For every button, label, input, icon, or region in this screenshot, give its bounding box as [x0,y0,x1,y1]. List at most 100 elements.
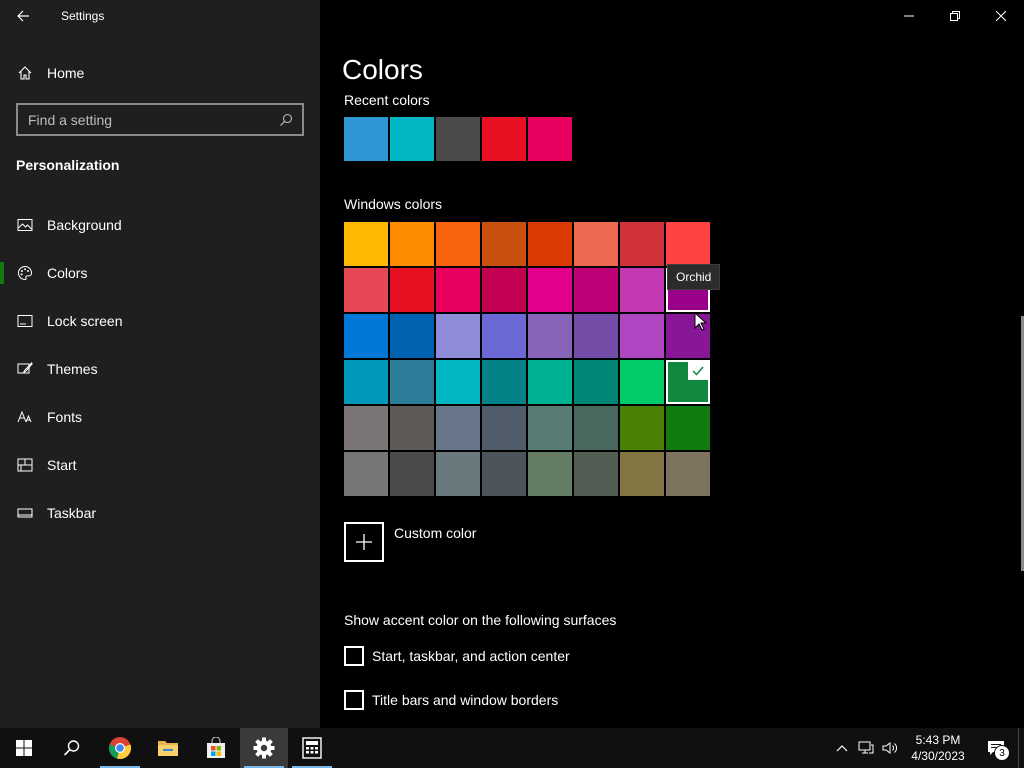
color-swatch[interactable] [344,268,388,312]
color-swatch[interactable] [436,360,480,404]
home-nav-item[interactable]: Home [0,56,320,90]
color-swatch[interactable] [528,452,572,496]
color-swatch[interactable] [620,360,664,404]
network-icon [858,741,874,754]
color-swatch[interactable] [436,222,480,266]
close-icon [996,11,1006,21]
color-swatch[interactable] [390,314,434,358]
color-swatch[interactable] [620,452,664,496]
color-swatch[interactable] [620,314,664,358]
color-swatch[interactable] [482,222,526,266]
image-icon [17,217,33,233]
checkbox[interactable] [344,690,364,710]
color-swatch[interactable] [620,406,664,450]
color-swatch[interactable] [666,406,710,450]
color-swatch[interactable] [574,406,618,450]
taskbar-store[interactable] [192,728,240,768]
start-button[interactable] [0,728,48,768]
color-swatch[interactable] [528,360,572,404]
color-swatch[interactable] [574,314,618,358]
color-swatch[interactable] [482,360,526,404]
sidebar-item-fonts[interactable]: Fonts [0,393,320,441]
custom-color-button[interactable] [344,522,384,562]
color-swatch[interactable] [344,222,388,266]
color-swatch[interactable] [574,452,618,496]
taskbar-calculator[interactable] [288,728,336,768]
color-swatch[interactable] [482,452,526,496]
action-center-button[interactable]: 3 [974,728,1018,768]
plus-icon [356,534,372,550]
color-swatch[interactable] [666,452,710,496]
sidebar-item-taskbar[interactable]: Taskbar [0,489,320,537]
color-swatch[interactable] [482,314,526,358]
custom-color-label[interactable]: Custom color [394,525,476,541]
checkbox-title-bars[interactable]: Title bars and window borders [344,690,558,710]
clock[interactable]: 5:43 PM 4/30/2023 [902,732,974,764]
color-swatch[interactable] [528,222,572,266]
minimize-button[interactable] [886,0,932,32]
network-button[interactable] [854,728,878,768]
color-swatch[interactable] [528,268,572,312]
color-swatch[interactable] [436,452,480,496]
color-swatch-selected[interactable] [666,360,710,404]
color-swatch[interactable] [528,314,572,358]
color-swatch[interactable] [574,360,618,404]
color-swatch[interactable] [344,360,388,404]
checkbox[interactable] [344,646,364,666]
color-swatch[interactable] [482,268,526,312]
close-button[interactable] [978,0,1024,32]
sidebar-item-lock-screen[interactable]: Lock screen [0,297,320,345]
color-swatch[interactable] [390,222,434,266]
show-hidden-icons-button[interactable] [830,728,854,768]
sidebar-item-start[interactable]: Start [0,441,320,489]
home-icon [17,65,33,81]
minimize-icon [904,15,914,17]
restore-button[interactable] [932,0,978,32]
color-swatch[interactable] [528,406,572,450]
color-swatch[interactable] [390,452,434,496]
color-swatch[interactable] [620,268,664,312]
recent-color-swatch[interactable] [528,117,572,161]
color-swatch[interactable] [344,406,388,450]
color-swatch[interactable] [620,222,664,266]
speaker-icon [882,742,897,754]
taskbar-search-button[interactable] [48,728,96,768]
checkbox-start-taskbar[interactable]: Start, taskbar, and action center [344,646,570,666]
search-input[interactable] [18,105,274,134]
sidebar-item-themes[interactable]: Themes [0,345,320,393]
sidebar-item-label: Fonts [47,409,83,425]
color-swatch[interactable] [344,314,388,358]
color-swatch[interactable] [390,406,434,450]
color-swatch[interactable] [390,268,434,312]
color-swatch[interactable] [482,406,526,450]
sidebar-item-label: Background [47,217,122,233]
color-swatch[interactable] [436,406,480,450]
recent-color-swatch[interactable] [482,117,526,161]
volume-button[interactable] [878,728,902,768]
recent-color-swatch[interactable] [390,117,434,161]
color-swatch[interactable] [436,314,480,358]
fonts-icon [17,409,33,425]
recent-color-swatch[interactable] [436,117,480,161]
color-swatch[interactable] [390,360,434,404]
taskbar-file-explorer[interactable] [144,728,192,768]
taskbar-settings[interactable] [240,728,288,768]
taskbar-icon [17,505,33,521]
search-box[interactable] [16,103,304,136]
search-icon[interactable] [274,108,298,132]
taskbar-chrome[interactable] [96,728,144,768]
sidebar-item-label: Start [47,457,77,473]
sidebar-item-label: Themes [47,361,98,377]
sidebar-item-colors[interactable]: Colors [0,249,320,297]
color-swatch[interactable] [344,452,388,496]
recent-color-swatch[interactable] [344,117,388,161]
color-swatch[interactable] [666,222,710,266]
color-swatch[interactable] [436,268,480,312]
sidebar-item-label: Colors [47,265,88,281]
color-swatch[interactable] [574,222,618,266]
back-button[interactable] [0,0,46,32]
search-icon [63,740,80,756]
sidebar-item-background[interactable]: Background [0,201,320,249]
color-swatch[interactable] [574,268,618,312]
show-desktop-button[interactable] [1018,728,1024,768]
